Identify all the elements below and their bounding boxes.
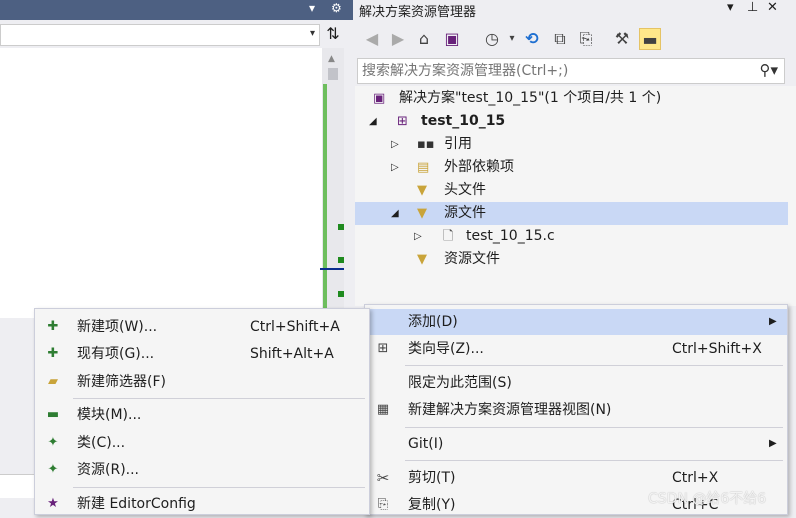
context-menu: 添加(D) ▶ ⊞ 类向导(Z)... Ctrl+Shift+X 限定为此范围(… [364,304,788,515]
change-tracking-bar [323,84,327,310]
collapsed-icon[interactable]: ▷ [391,156,399,179]
menu-item-new-editorconfig[interactable]: ★ 新建 EditorConfig [35,491,369,517]
home-icon[interactable]: ⌂ [413,28,435,50]
collapsed-icon[interactable]: ▷ [391,133,399,156]
editor-gear-icon[interactable]: ⚙ [331,1,342,15]
menu-item-class-wizard[interactable]: ⊞ 类向导(Z)... Ctrl+Shift+X [365,336,787,362]
submenu-arrow-icon: ▶ [769,316,777,327]
change-marker [338,224,344,230]
filter-folder-icon: ▼ [417,206,427,221]
expanded-icon[interactable]: ◢ [369,110,377,133]
history-icon[interactable]: ◷ [481,28,503,50]
menu-separator [405,427,783,428]
menu-separator [73,398,365,399]
back-icon[interactable]: ◀ [361,28,383,50]
filter-folder-icon: ▼ [417,183,427,198]
tree-item-references[interactable]: ▷ ▪▪ 引用 [355,133,788,156]
menu-item-resource[interactable]: ✦ 资源(R)... [35,457,369,483]
new-item-icon: ✚ [47,319,59,334]
module-icon: ▬ [46,407,60,422]
collapse-all-icon[interactable]: ⧉ [549,28,571,50]
class-icon: ✦ [47,435,59,450]
resource-icon: ✦ [47,462,59,477]
editorconfig-icon: ★ [47,496,59,511]
solution-explorer-search[interactable]: ⚲▾ [357,58,785,84]
properties-wrench-icon[interactable]: ⚒ [611,28,633,50]
menu-item-new-explorer-view[interactable]: ▦ 新建解决方案资源管理器视图(N) [365,397,787,423]
menu-item-new-item[interactable]: ✚ 新建项(W)... Ctrl+Shift+A [35,314,369,340]
menu-separator [405,365,783,366]
solution-explorer-title: 解决方案资源管理器 [359,5,477,20]
menu-item-class[interactable]: ✦ 类(C)... [35,430,369,456]
vs-switch-icon[interactable]: ▣ [441,28,463,50]
history-dropdown-icon[interactable]: ▾ [501,28,523,50]
expanded-icon[interactable]: ◢ [391,202,399,225]
tree-item-project[interactable]: ◢ ⊞ test_10_15 [355,110,788,133]
scroll-thumb[interactable] [328,68,338,80]
caret-position-marker [320,268,344,270]
search-input[interactable] [362,60,742,82]
tree-item-c-file[interactable]: ▷ 🗋 test_10_15.c [355,225,788,248]
new-filter-icon: ▰ [48,374,58,389]
solution-tree: ▣ 解决方案"test_10_15"(1 个项目/共 1 个) ◢ ⊞ test… [355,86,796,306]
submenu-arrow-icon: ▶ [769,438,777,449]
collapsed-icon[interactable]: ▷ [414,225,422,248]
change-marker [338,291,344,297]
existing-item-icon: ✚ [47,346,59,361]
tree-item-source-files[interactable]: ◢ ▼ 源文件 [355,202,788,225]
editor-title-bar: ▾ ⚙ [0,0,353,20]
solution-explorer-title-bar: 解决方案资源管理器 ▾ ⊥ ✕ [355,0,796,20]
scissors-icon: ✂ [376,469,390,487]
menu-separator [73,487,365,488]
preview-icon[interactable]: ▬ [639,28,661,50]
c-file-icon: 🗋 [443,229,454,244]
menu-item-module[interactable]: ▬ 模块(M)... [35,402,369,428]
tree-item-resource-files[interactable]: ▼ 资源文件 [355,248,788,271]
menu-item-existing-item[interactable]: ✚ 现有项(G)... Shift+Alt+A [35,341,369,367]
close-icon[interactable]: ✕ [767,0,778,15]
menu-separator [405,460,783,461]
search-icon[interactable]: ⚲▾ [759,61,778,79]
copy-icon[interactable]: ⎘ [575,28,597,50]
external-dependencies-icon: ▤ [417,160,430,175]
tree-item-solution[interactable]: ▣ 解决方案"test_10_15"(1 个项目/共 1 个) [355,87,788,110]
solution-explorer-toolbar: ◀ ▶ ⌂ ▣ ◷ ▾ ⟲ ⧉ ⎘ ⚒ ▬ [355,24,796,56]
chevron-down-icon: ▾ [309,28,315,39]
filter-folder-icon: ▼ [417,252,427,267]
class-wizard-icon: ⊞ [377,341,389,356]
menu-item-git[interactable]: Git(I) ▶ [365,431,787,457]
solution-icon: ▣ [373,91,386,106]
editor-navigation-dropdown[interactable]: ▾ [0,24,320,46]
change-marker [338,257,344,263]
window-dropdown-icon[interactable]: ▾ [727,0,734,15]
editor-dropdown-icon[interactable]: ▾ [309,1,315,15]
menu-item-add[interactable]: 添加(D) ▶ [365,309,787,335]
scroll-up-icon[interactable]: ▲ [328,54,335,64]
menu-item-new-filter[interactable]: ▰ 新建筛选器(F) [35,369,369,395]
copy-icon: ⎘ [377,497,389,512]
sync-icon[interactable]: ⟲ [521,28,543,50]
new-view-icon: ▦ [376,402,390,417]
watermark: CSDN @给6不给6 [648,491,767,507]
references-icon: ▪▪ [417,137,435,152]
tree-item-header-files[interactable]: ▼ 头文件 [355,179,788,202]
menu-item-scope-to-this[interactable]: 限定为此范围(S) [365,370,787,396]
pin-icon[interactable]: ⊥ [747,0,758,15]
split-editor-icon[interactable]: ⇅ [322,24,344,46]
forward-icon[interactable]: ▶ [387,28,409,50]
code-editor[interactable] [0,48,322,318]
project-icon: ⊞ [397,114,408,129]
editor-status-strip [0,474,35,498]
add-submenu: ✚ 新建项(W)... Ctrl+Shift+A ✚ 现有项(G)... Shi… [34,308,370,515]
tree-item-external-deps[interactable]: ▷ ▤ 外部依赖项 [355,156,788,179]
